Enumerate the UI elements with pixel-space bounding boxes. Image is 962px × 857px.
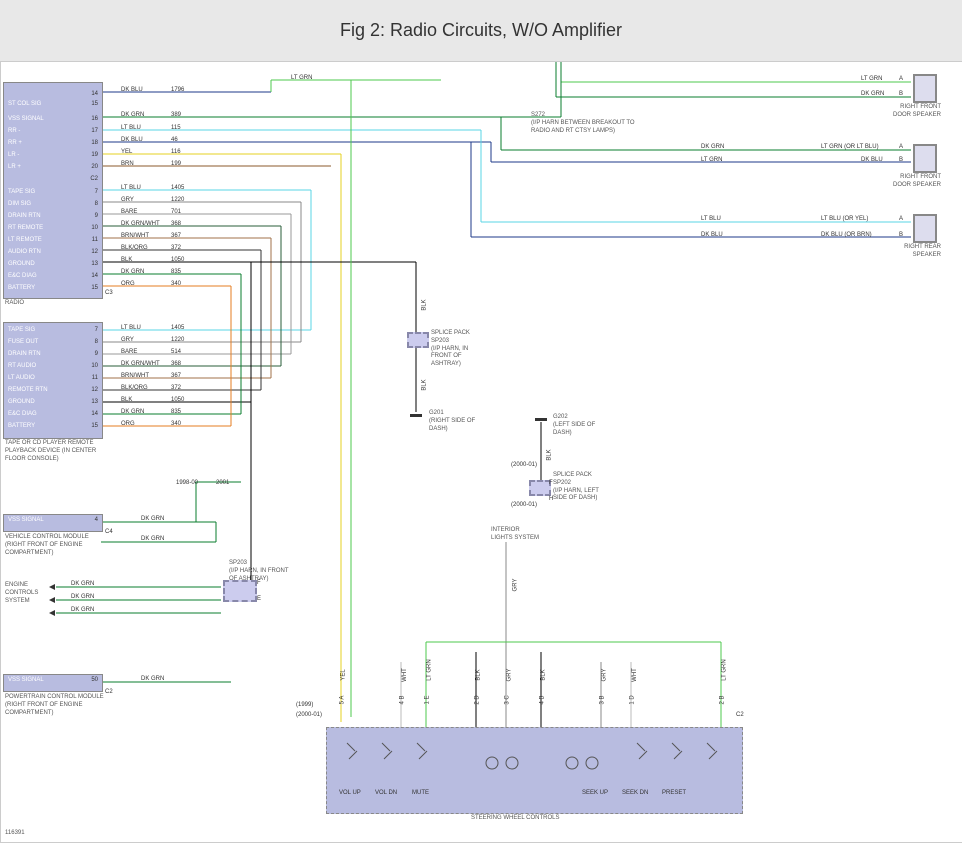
swc-label: STEERING WHEEL CONTROLS [471, 815, 559, 822]
splice-sp202 [529, 480, 551, 496]
ground-g202 [535, 418, 547, 421]
steering-wheel-controls: VOL UP VOL DN MUTE SEEK UP SEEK DN PRESE… [326, 727, 743, 814]
pcm-label: POWERTRAIN CONTROL MODULE (RIGHT FRONT O… [5, 694, 105, 717]
vcm-box: VSS SIGNAL4 [3, 514, 103, 532]
radio-label: RADIO [5, 300, 24, 307]
speaker-rf-door-2 [913, 144, 937, 173]
radio-connector: 14 ST COL SIG15 VSS SIGNAL16 RR -17 RR +… [3, 82, 103, 299]
pcm-box: VSS SIGNAL50 [3, 674, 103, 692]
ils-label: INTERIOR LIGHTS SYSTEM [491, 527, 541, 543]
arrow-icon [49, 584, 55, 590]
tape-connector: TAPE SIG7 FUSE OUT8 DRAIN RTN9 RT AUDIO1… [3, 322, 103, 439]
speaker-rf-door [913, 74, 937, 103]
splice-sp203 [407, 332, 429, 348]
ground-g201 [410, 414, 422, 417]
ecs-label: ENGINE CONTROLS SYSTEM [5, 582, 47, 605]
vcm-label: VEHICLE CONTROL MODULE (RIGHT FRONT OF E… [5, 534, 105, 557]
arrow-icon [49, 597, 55, 603]
page-title: Fig 2: Radio Circuits, W/O Amplifier [0, 0, 962, 61]
tape-label: TAPE OR CD PLAYER REMOTE PLAYBACK DEVICE… [5, 440, 105, 463]
wiring-diagram: 14 ST COL SIG15 VSS SIGNAL16 RR -17 RR +… [0, 61, 962, 843]
speaker-rr [913, 214, 937, 243]
arrow-icon [49, 610, 55, 616]
diagram-id: 116391 [5, 830, 25, 837]
s272-note: S272(I/P HARN BETWEEN BREAKOUT TO RADIO … [531, 112, 651, 135]
